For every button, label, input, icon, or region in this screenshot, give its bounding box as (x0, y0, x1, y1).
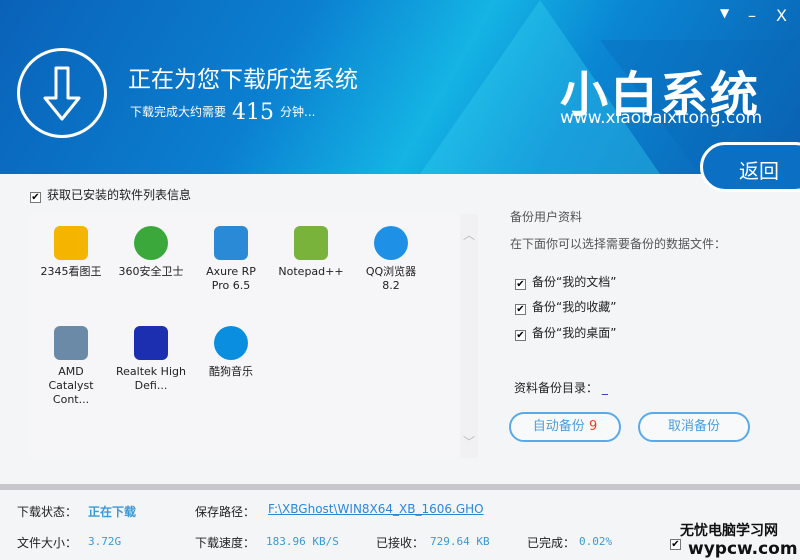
backup-documents-checkbox[interactable]: ✔ 备份“我的文档” (515, 273, 616, 290)
app-item[interactable]: AMD Catalyst Cont... (36, 326, 106, 407)
save-path-link[interactable]: F:\XBGhost\WIN8X64_XB_1606.GHO (268, 502, 484, 516)
size-value: 3.72G (88, 535, 122, 548)
checkbox-icon: ✔ (30, 192, 41, 203)
get-software-list-checkbox[interactable]: ✔ 获取已安装的软件列表信息 (30, 186, 191, 203)
app-icon (54, 326, 88, 360)
app-item[interactable]: Notepad++ (276, 226, 346, 279)
watermark: 无忧电脑学习网 wypcw.com (680, 523, 798, 559)
app-icon (54, 226, 88, 260)
cancel-backup-button[interactable]: 取消备份 (638, 412, 750, 442)
app-name: 2345看图王 (40, 265, 102, 278)
scroll-down-icon: ﹀ (462, 435, 475, 449)
app-icon (214, 226, 248, 260)
app-icon (294, 226, 328, 260)
app-name: 360安全卫士 (118, 265, 184, 278)
done-value: 0.02% (579, 535, 613, 548)
backup-heading: 备份用户资料 (510, 210, 583, 224)
backup-dir-link[interactable]: _ (602, 381, 608, 395)
size-label: 文件大小： (17, 536, 78, 550)
backup-desc: 在下面你可以选择需要备份的数据文件： (510, 237, 727, 251)
speed-value: 183.96 KB/S (266, 535, 339, 548)
app-name: Realtek High Defi... (116, 365, 186, 392)
scroll-up-icon: ︿ (462, 228, 475, 242)
estimate-text: 下载完成大约需要 415 分钟... (130, 100, 316, 125)
auto-backup-countdown: 9 (588, 419, 598, 434)
app-item[interactable]: Axure RP Pro 6.5 (196, 226, 266, 293)
back-button[interactable]: 返回 (700, 142, 800, 192)
state-label: 下载状态： (17, 505, 78, 519)
app-item[interactable]: 2345看图王 (36, 226, 106, 279)
app-name: AMD Catalyst Cont... (48, 365, 94, 406)
app-item[interactable]: Realtek High Defi... (116, 326, 186, 393)
software-list: ︿ ﹀ 2345看图王 360安全卫士 Axure RP Pro 6.5 Notepad… (28, 214, 478, 458)
scrollbar[interactable]: ︿ ﹀ (460, 214, 478, 458)
backup-desktop-checkbox[interactable]: ✔ 备份“我的桌面” (515, 324, 616, 341)
app-item[interactable]: 360安全卫士 (116, 226, 186, 279)
page-title: 正在为您下载所选系统 (128, 67, 358, 93)
done-label: 已完成： (527, 536, 576, 550)
logo-url: www.xiaobaixitong.com (560, 108, 763, 128)
close-button[interactable]: X (776, 6, 787, 25)
app-name: Notepad++ (278, 265, 344, 278)
speed-label: 下载速度： (195, 536, 256, 550)
app-name: QQ浏览器 8.2 (365, 265, 417, 292)
backup-favorites-checkbox[interactable]: ✔ 备份“我的收藏” (515, 298, 616, 315)
backup-dir: 资料备份目录： _ (514, 381, 608, 395)
header-banner: ▼ – X 正在为您下载所选系统 下载完成大约需要 415 分钟... 小白系统 w… (0, 0, 800, 174)
app-icon (134, 326, 168, 360)
path-label: 保存路径： (195, 505, 256, 519)
app-name: Axure RP Pro 6.5 (206, 265, 256, 292)
received-label: 已接收： (376, 536, 425, 550)
state-value: 正在下载 (88, 505, 137, 519)
app-name: 酷狗音乐 (209, 365, 253, 378)
app-item[interactable]: 酷狗音乐 (196, 326, 266, 379)
minimize-button[interactable]: – (748, 6, 756, 25)
download-arrow-icon (17, 48, 107, 138)
auto-backup-button[interactable]: 自动备份 9 (509, 412, 621, 442)
app-item[interactable]: QQ浏览器 8.2 (356, 226, 426, 293)
app-icon (214, 326, 248, 360)
dropdown-icon[interactable]: ▼ (720, 6, 729, 20)
app-icon (134, 226, 168, 260)
app-icon (374, 226, 408, 260)
estimate-minutes: 415 (232, 100, 275, 125)
received-value: 729.64 KB (430, 535, 490, 548)
